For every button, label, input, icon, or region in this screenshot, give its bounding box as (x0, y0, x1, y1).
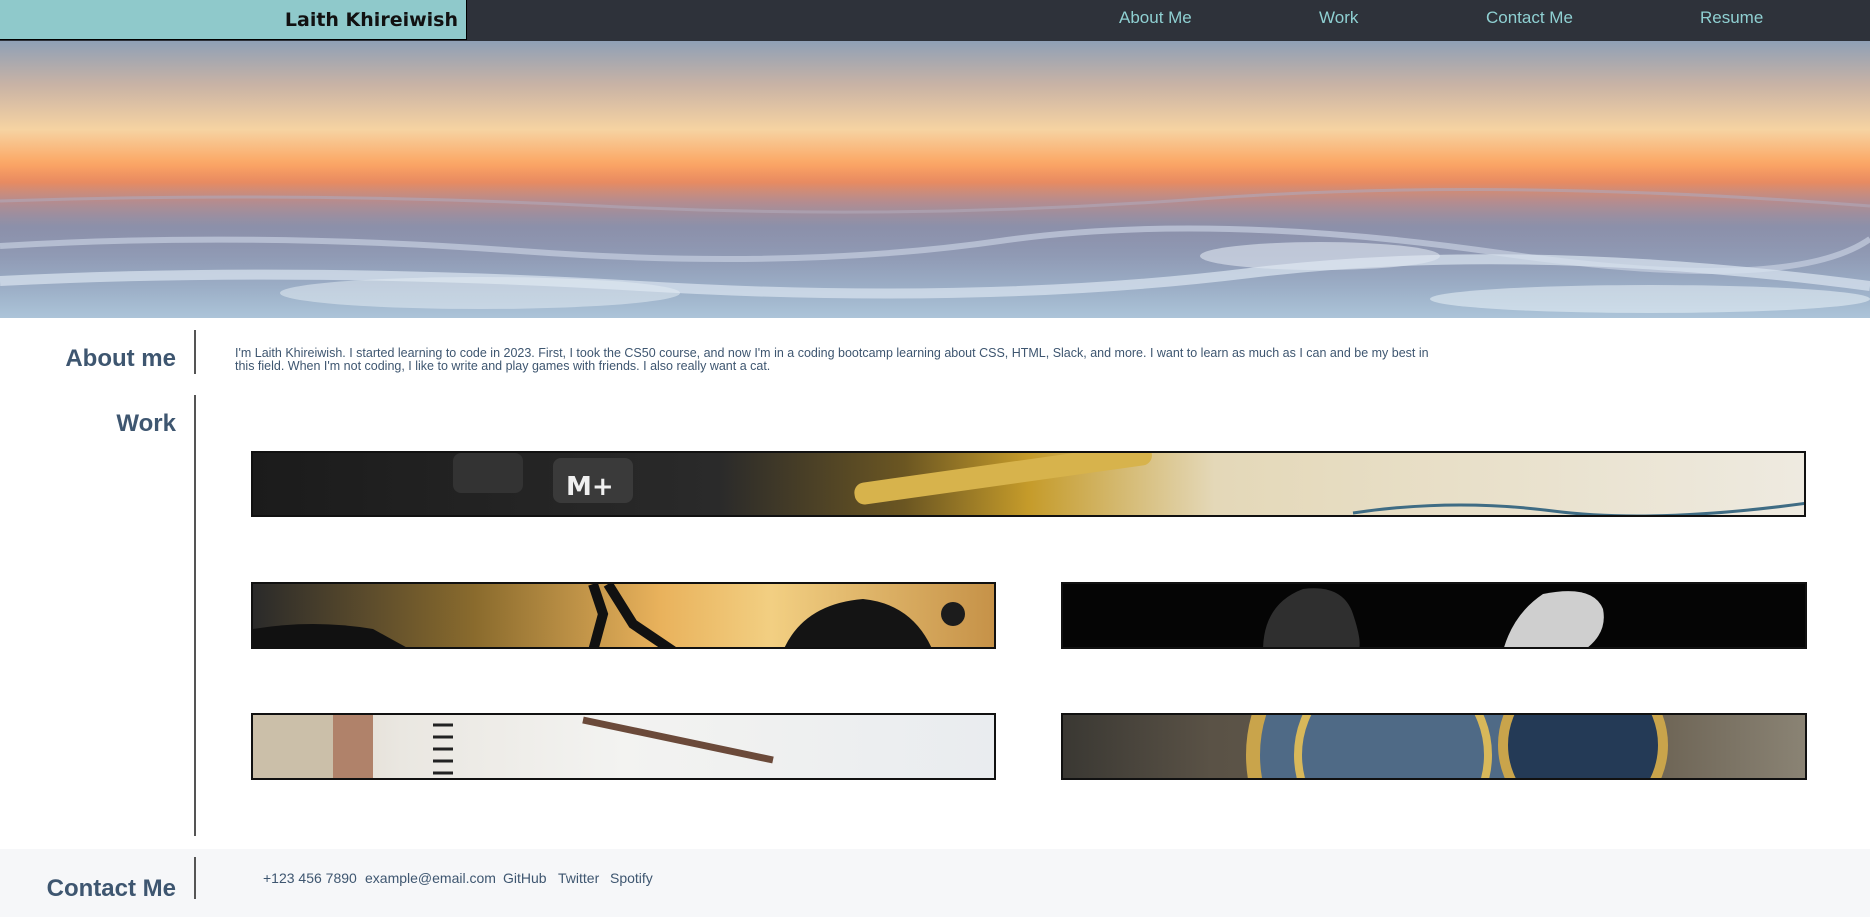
work-divider (194, 395, 196, 836)
contact-link-twitter[interactable]: Twitter (558, 870, 599, 886)
contact-email[interactable]: example@email.com (365, 870, 496, 886)
svg-text:M+: M+ (566, 472, 614, 502)
contact-link-spotify[interactable]: Spotify (610, 870, 653, 886)
nav-work[interactable]: Work (1319, 8, 1358, 28)
top-nav: Laith Khireiwish About Me Work Contact M… (0, 0, 1870, 41)
nav-resume[interactable]: Resume (1700, 8, 1763, 28)
contact-phone[interactable]: +123 456 7890 (263, 870, 357, 886)
project-calculator-image[interactable]: M+ (251, 451, 1806, 517)
brand-name: Laith Khireiwish (284, 9, 458, 31)
about-heading: About me (65, 345, 176, 372)
nav-about-me[interactable]: About Me (1119, 8, 1192, 28)
brand-block[interactable]: Laith Khireiwish (0, 0, 467, 40)
about-paragraph: I'm Laith Khireiwish. I started learning… (235, 346, 1429, 373)
hero-sunset-clouds-image (0, 41, 1870, 318)
about-divider (194, 330, 196, 374)
nav-contact-me[interactable]: Contact Me (1486, 8, 1573, 28)
project-notebook-image[interactable] (251, 713, 996, 780)
contact-divider (194, 857, 196, 899)
project-runner-image[interactable] (251, 582, 996, 649)
work-heading: Work (116, 410, 176, 437)
project-chess-image[interactable] (1061, 582, 1807, 649)
project-clock-image[interactable] (1061, 713, 1807, 780)
contact-heading: Contact Me (46, 875, 176, 902)
contact-link-github[interactable]: GitHub (503, 870, 547, 886)
